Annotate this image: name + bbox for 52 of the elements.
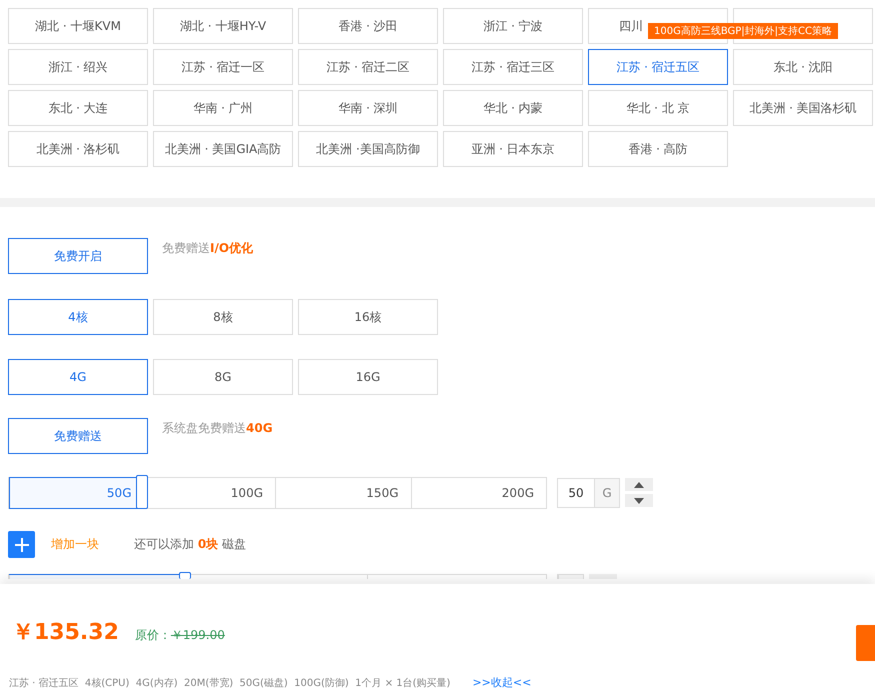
region-option[interactable]: 江苏 · 宿迁一区 [153, 49, 293, 85]
disk-size-field[interactable]: 50 G [557, 478, 620, 508]
disk-size-field[interactable] [557, 574, 584, 579]
region-option[interactable]: 江苏 · 宿迁二区 [298, 49, 438, 85]
region-option[interactable]: 江苏 · 宿迁三区 [443, 49, 583, 85]
region-option[interactable]: 香港 · 沙田 [298, 8, 438, 44]
region-option[interactable]: 华北 · 内蒙 [443, 90, 583, 126]
region-option[interactable]: 浙江 · 宁波 [443, 8, 583, 44]
region-option[interactable]: 华南 · 深圳 [298, 90, 438, 126]
region-option[interactable]: 亚洲 · 日本东京 [443, 131, 583, 167]
option-button[interactable]: 8核 [153, 299, 293, 335]
triangle-up-icon [634, 482, 644, 488]
region-option[interactable]: 北美洲 · 美国GIA高防 [153, 131, 293, 167]
region-option[interactable]: 华北 · 北 京 [588, 90, 728, 126]
region-option[interactable]: 湖北 · 十堰HY-V [153, 8, 293, 44]
option-button[interactable]: 4G [8, 359, 148, 395]
region-option[interactable]: 北美洲 ·美国高防御 [298, 131, 438, 167]
option-button[interactable]: 8G [153, 359, 293, 395]
region-option[interactable]: 东北 · 大连 [8, 90, 148, 126]
size-tick-label: 200G [410, 478, 546, 508]
region-option[interactable]: 北美洲 · 美国洛杉矶 [733, 90, 873, 126]
option-button[interactable]: 免费赠送 [8, 418, 148, 454]
increment-button[interactable] [625, 478, 653, 491]
original-price-label: 原价： [134, 627, 171, 644]
triangle-down-icon [634, 498, 644, 504]
region-option[interactable]: 东北 · 沈阳 [733, 49, 873, 85]
size-tick-label: 50G [106, 485, 132, 502]
region-tooltip: 100G高防三线BGP|封海外|支持CC策略 [648, 23, 838, 39]
region-option[interactable]: 北美洲 · 洛杉矶 [8, 131, 148, 167]
original-price: ￥199.00 [170, 627, 225, 644]
option-button[interactable]: 免费开启 [8, 238, 148, 274]
option-button[interactable]: 16G [298, 359, 438, 395]
option-note: 免费赠送I/O优化 [162, 240, 254, 257]
slider-handle[interactable] [136, 475, 148, 509]
collapse-link[interactable]: >>收起<< [472, 675, 532, 690]
size-tick-label: 150G [275, 478, 410, 508]
region-option[interactable]: 浙江 · 绍兴 [8, 49, 148, 85]
order-summary: 江苏 · 宿迁五区 4核(CPU) 4G(内存) 20M(带宽) 50G(磁盘) 100G(防御) 1个月 × 1台(购买量) [9, 676, 450, 690]
option-button[interactable]: 4核 [8, 299, 148, 335]
disk-remaining-note: 还可以添加 0块 磁盘 [134, 536, 246, 553]
option-note: 系统盘免费赠送40G [162, 420, 273, 437]
plus-icon [14, 538, 28, 552]
add-disk-button[interactable] [8, 531, 35, 558]
region-option[interactable]: 江苏 · 宿迁五区 [588, 49, 728, 85]
unit-label: G [594, 479, 619, 507]
option-button[interactable]: 16核 [298, 299, 438, 335]
region-option[interactable]: 华南 · 广州 [153, 90, 293, 126]
current-price: ￥135.32 [12, 619, 119, 647]
slider-handle[interactable] [179, 572, 192, 579]
region-option[interactable]: 湖北 · 十堰KVM [8, 8, 148, 44]
decrement-button[interactable] [625, 494, 653, 507]
region-option[interactable]: 香港 · 高防 [588, 131, 728, 167]
